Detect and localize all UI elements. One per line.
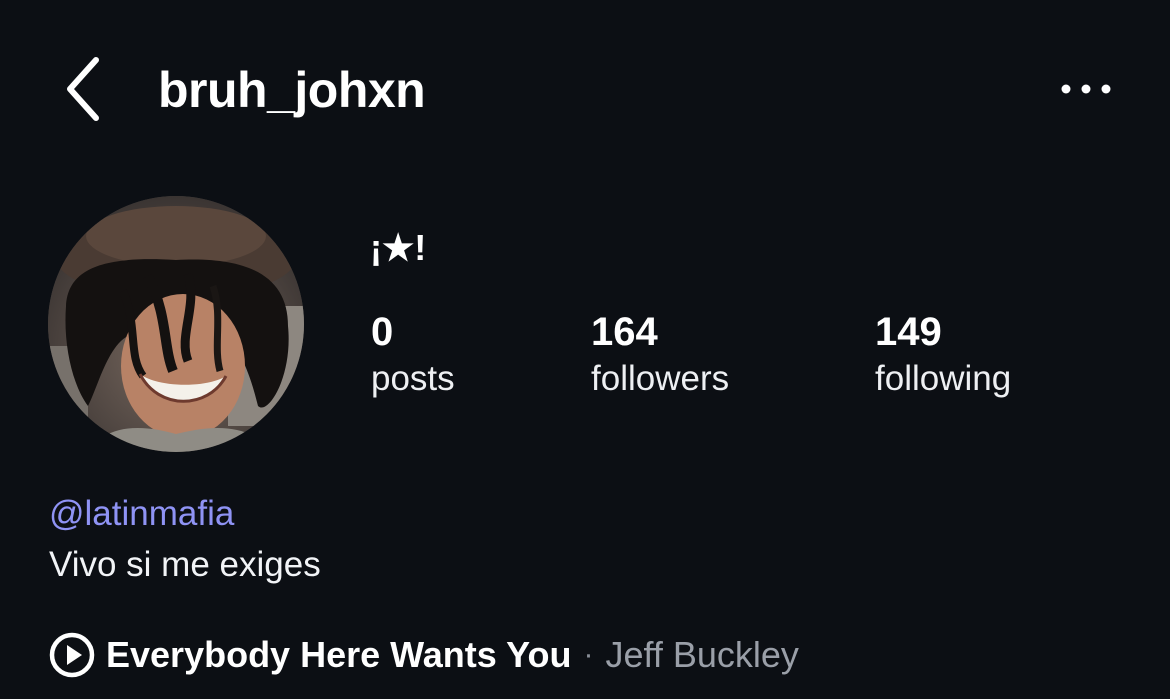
followers-label: followers bbox=[591, 359, 730, 398]
following-count: 149 bbox=[875, 310, 942, 354]
profile-username: bruh_johxn bbox=[158, 62, 426, 118]
followers-count: 164 bbox=[591, 310, 658, 354]
avatar[interactable] bbox=[48, 196, 304, 452]
profile-photo bbox=[48, 196, 304, 452]
stat-following[interactable]: 149 following bbox=[875, 310, 1011, 404]
chevron-left-icon bbox=[67, 57, 99, 121]
profile-music[interactable]: Everybody Here Wants You · Jeff Buckley bbox=[48, 628, 799, 682]
play-circle-icon[interactable] bbox=[48, 631, 96, 679]
bio-text: Vivo si me exiges bbox=[49, 545, 321, 584]
posts-label: posts bbox=[371, 359, 455, 398]
song-title: Everybody Here Wants You bbox=[106, 634, 572, 675]
display-name: ¡★! bbox=[370, 227, 427, 268]
profile-header: bruh_johxn bbox=[0, 0, 1170, 180]
bio-mention-link[interactable]: @latinmafia bbox=[49, 492, 234, 536]
posts-count: 0 bbox=[371, 310, 394, 354]
more-horizontal-icon bbox=[1061, 84, 1111, 94]
following-label: following bbox=[875, 359, 1012, 398]
stat-posts[interactable]: 0 posts bbox=[371, 310, 455, 404]
stat-followers[interactable]: 164 followers bbox=[591, 310, 729, 404]
song-separator: · bbox=[583, 638, 594, 671]
song-artist: Jeff Buckley bbox=[605, 634, 799, 675]
more-options-button[interactable] bbox=[1058, 78, 1114, 100]
back-button[interactable] bbox=[62, 54, 110, 124]
